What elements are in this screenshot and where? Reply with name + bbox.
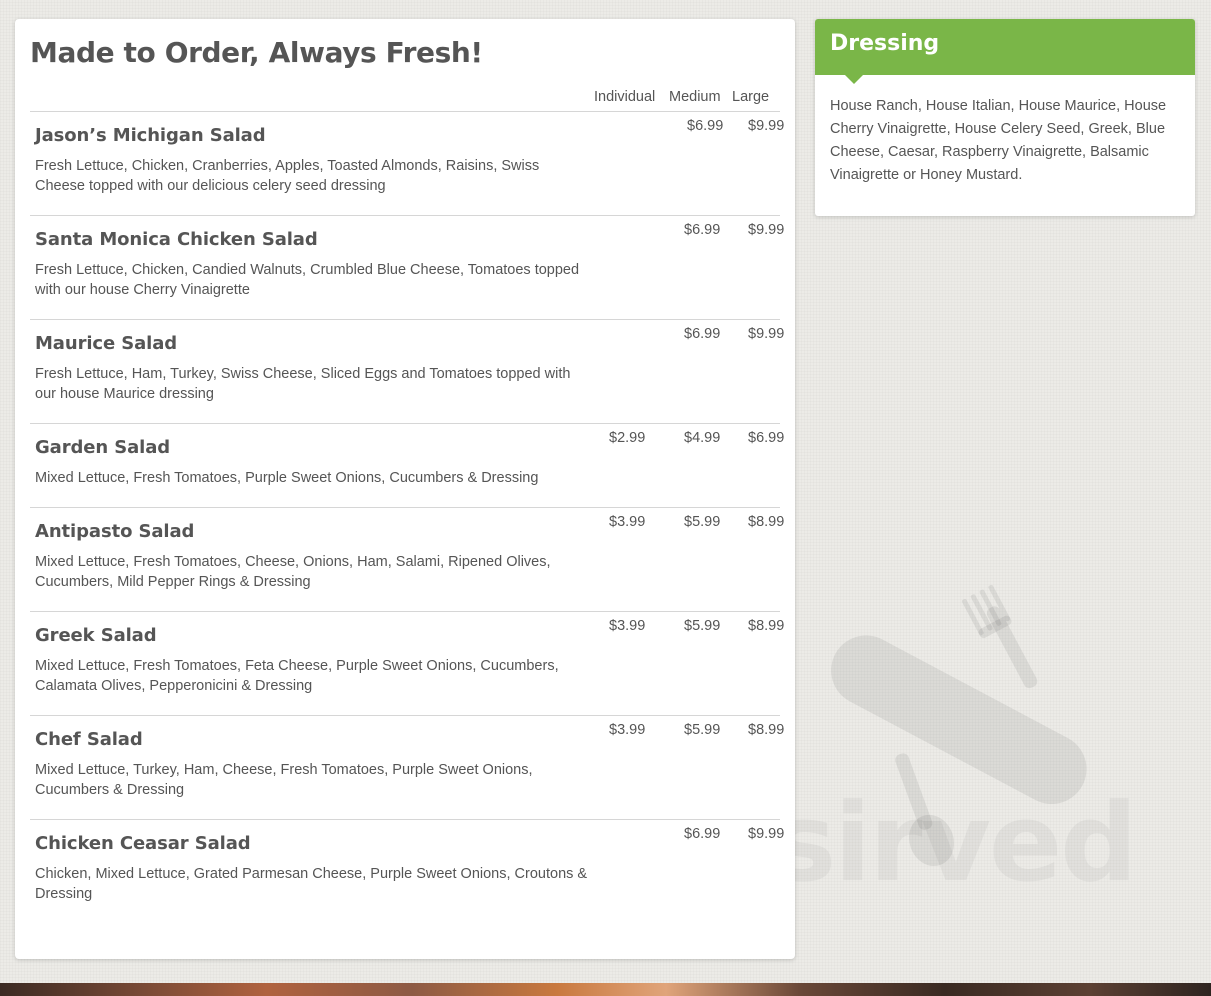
column-header-medium: Medium [669,89,721,105]
menu-item: Jason’s Michigan Salad Fresh Lettuce, Ch… [30,112,784,216]
menu-item-description: Mixed Lettuce, Fresh Tomatoes, Feta Chee… [35,658,559,694]
menu-item: Greek Salad Mixed Lettuce, Fresh Tomatoe… [30,612,784,716]
menu-item-name: Antipasto Salad [35,521,195,542]
menu-item: Santa Monica Chicken Salad Fresh Lettuce… [30,216,784,320]
price-medium: $4.99 [684,430,721,446]
menu-item-name: Jason’s Michigan Salad [35,125,266,146]
price-medium: $6.99 [684,326,721,342]
menu-item-name: Garden Salad [35,437,171,458]
dressing-header-pointer [845,75,863,84]
dressing-list-text: House Ranch, House Italian, House Mauric… [830,98,1167,183]
menu-item-list: Jason’s Michigan Salad Fresh Lettuce, Ch… [30,112,784,924]
column-header-large: Large [732,89,770,105]
price-individual: $3.99 [609,514,646,530]
price-medium: $6.99 [684,826,721,842]
price-medium: $6.99 [687,118,724,134]
menu-item-description: Fresh Lettuce, Chicken, Candied Walnuts,… [35,262,580,298]
price-individual: $3.99 [609,722,646,738]
price-large: $9.99 [748,826,785,842]
menu-item-description: Mixed Lettuce, Turkey, Ham, Cheese, Fres… [35,762,533,798]
price-large: $9.99 [748,118,785,134]
price-large: $8.99 [748,618,785,634]
price-large: $9.99 [748,222,785,238]
footer-photo-strip [0,983,1211,996]
menu-item-name: Greek Salad [35,625,157,646]
menu-item-name: Maurice Salad [35,333,178,354]
menu-item: Chicken Ceasar Salad Chicken, Mixed Lett… [30,820,784,924]
price-medium: $5.99 [684,514,721,530]
price-individual: $3.99 [609,618,646,634]
menu-item-description: Chicken, Mixed Lettuce, Grated Parmesan … [35,866,588,902]
menu-item-description: Fresh Lettuce, Ham, Turkey, Swiss Cheese… [35,366,571,402]
menu-item: Garden Salad Mixed Lettuce, Fresh Tomato… [30,424,784,508]
menu-item-name: Chicken Ceasar Salad [35,833,251,854]
price-large: $8.99 [748,514,785,530]
column-header-individual: Individual [594,89,656,105]
dressing-title: Dressing [830,31,940,56]
menu-item-name: Chef Salad [35,729,143,750]
price-medium: $5.99 [684,618,721,634]
dressing-header: Dressing [815,19,1195,75]
salad-menu-card: Made to Order, Always Fresh! Individual … [15,19,795,959]
menu-item: Maurice Salad Fresh Lettuce, Ham, Turkey… [30,320,784,424]
sirved-watermark-text: sirved [772,790,1172,898]
price-large: $6.99 [748,430,785,446]
menu-item-name: Santa Monica Chicken Salad [35,229,318,250]
price-medium: $5.99 [684,722,721,738]
price-column-headers: Individual Medium Large [15,89,795,111]
menu-item: Antipasto Salad Mixed Lettuce, Fresh Tom… [30,508,784,612]
price-individual: $2.99 [609,430,646,446]
menu-title: Made to Order, Always Fresh! [30,36,483,69]
menu-item: Chef Salad Mixed Lettuce, Turkey, Ham, C… [30,716,784,820]
menu-item-description: Mixed Lettuce, Fresh Tomatoes, Purple Sw… [35,470,539,486]
menu-item-description: Fresh Lettuce, Chicken, Cranberries, App… [35,158,540,194]
menu-item-description: Mixed Lettuce, Fresh Tomatoes, Cheese, O… [35,554,551,590]
price-large: $8.99 [748,722,785,738]
price-medium: $6.99 [684,222,721,238]
price-large: $9.99 [748,326,785,342]
dressing-card: Dressing House Ranch, House Italian, Hou… [815,19,1195,216]
